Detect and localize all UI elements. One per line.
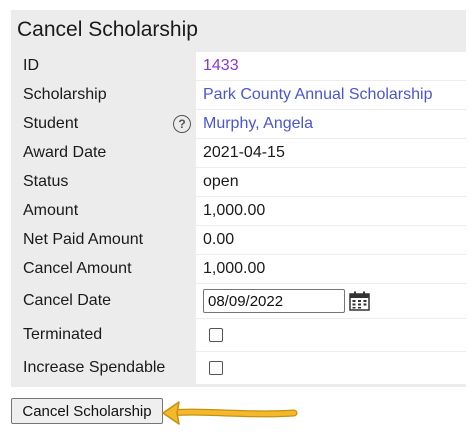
form-title: Cancel Scholarship (17, 18, 198, 41)
cancel-scholarship-button[interactable]: Cancel Scholarship (11, 398, 163, 424)
arrow-left-icon (160, 396, 302, 435)
student-link[interactable]: Murphy, Angela (203, 110, 313, 138)
row-cancel-amount: Cancel Amount 1,000.00 (11, 255, 466, 283)
row-student: Student ? Murphy, Angela (11, 110, 466, 138)
id-label: ID (23, 52, 39, 80)
row-increase-spendable: Increase Spendable (11, 352, 466, 384)
increase-spendable-label: Increase Spendable (23, 352, 166, 384)
scholarship-link[interactable]: Park County Annual Scholarship (203, 81, 432, 109)
scholarship-label: Scholarship (23, 81, 107, 109)
cancel-date-input[interactable] (203, 289, 345, 313)
row-cancel-date: Cancel Date (11, 284, 466, 318)
row-terminated: Terminated (11, 319, 466, 351)
status-value: open (203, 173, 239, 190)
row-amount: Amount 1,000.00 (11, 197, 466, 225)
award-date-value: 2021-04-15 (203, 144, 285, 161)
row-status: Status open (11, 168, 466, 196)
terminated-checkbox[interactable] (209, 328, 223, 342)
increase-spendable-checkbox[interactable] (209, 361, 223, 375)
row-id: ID 1433 (11, 52, 466, 80)
student-label: Student (23, 110, 79, 138)
status-label: Status (23, 168, 69, 196)
amount-value: 1,000.00 (203, 202, 266, 219)
calendar-icon[interactable] (349, 291, 370, 311)
net-paid-amount-label: Net Paid Amount (23, 226, 144, 254)
cancel-date-label: Cancel Date (23, 284, 112, 318)
row-net-paid-amount: Net Paid Amount 0.00 (11, 226, 466, 254)
help-icon[interactable]: ? (173, 115, 191, 133)
award-date-label: Award Date (23, 139, 107, 167)
id-link[interactable]: 1433 (203, 52, 239, 80)
cancel-amount-label: Cancel Amount (23, 255, 132, 283)
net-paid-amount-value: 0.00 (203, 231, 235, 248)
row-award-date: Award Date 2021-04-15 (11, 139, 466, 167)
row-scholarship: Scholarship Park County Annual Scholarsh… (11, 81, 466, 109)
cancel-amount-value: 1,000.00 (203, 260, 266, 277)
amount-label: Amount (23, 197, 79, 225)
terminated-label: Terminated (23, 319, 103, 351)
